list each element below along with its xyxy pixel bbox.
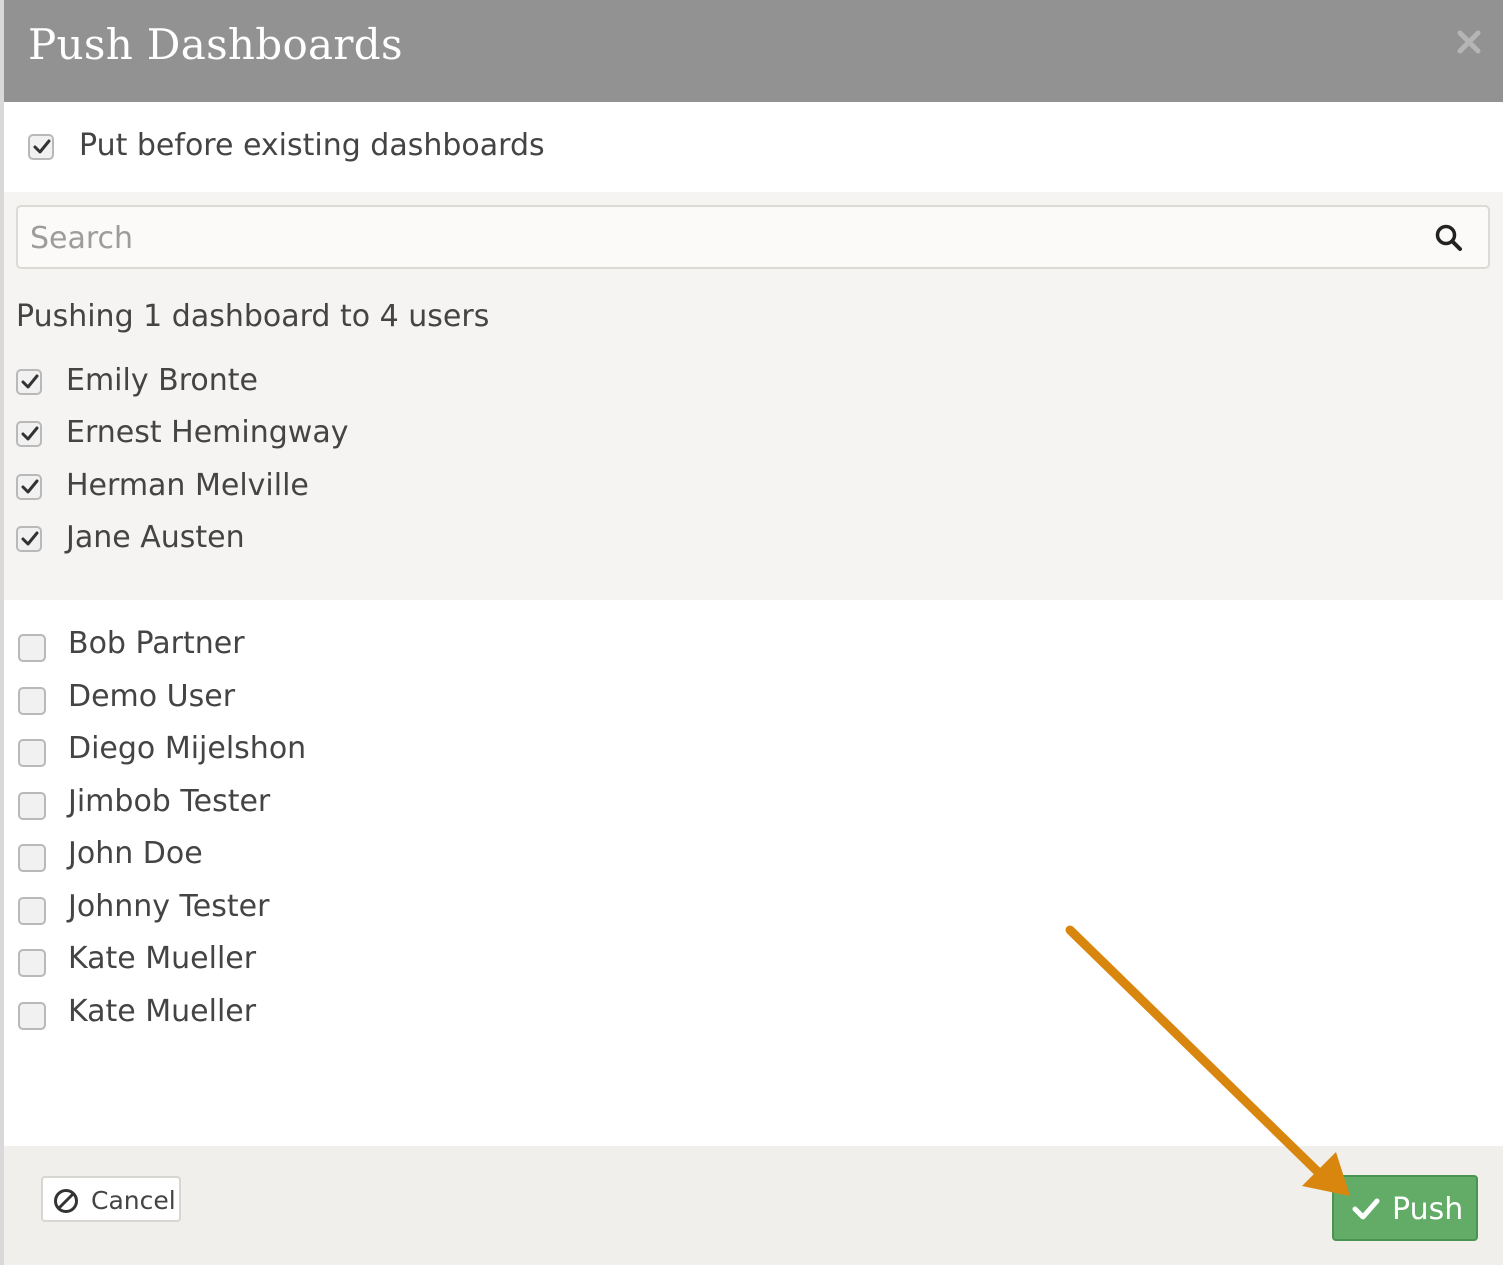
search-box[interactable] bbox=[16, 205, 1490, 269]
cancel-button[interactable]: Cancel bbox=[41, 1176, 181, 1222]
dialog-header: Push Dashboards bbox=[4, 0, 1503, 102]
put-before-checkbox[interactable] bbox=[28, 134, 54, 160]
user-row[interactable]: Diego Mijelshon bbox=[18, 731, 718, 771]
close-icon[interactable] bbox=[1455, 28, 1483, 56]
checkmark-icon bbox=[33, 139, 51, 154]
user-checkbox[interactable] bbox=[18, 1002, 46, 1030]
user-checkbox[interactable] bbox=[18, 687, 46, 715]
user-name: Demo User bbox=[68, 679, 236, 714]
user-row[interactable]: Jimbob Tester bbox=[18, 784, 718, 824]
checkmark-icon bbox=[21, 426, 39, 441]
checkmark-icon bbox=[21, 531, 39, 546]
user-name: Emily Bronte bbox=[66, 363, 258, 398]
check-icon bbox=[1352, 1198, 1380, 1220]
user-name: Ernest Hemingway bbox=[66, 415, 349, 450]
available-users-section: Bob Partner Demo User Diego Mijelshon Ji… bbox=[4, 600, 1503, 1146]
dialog-title: Push Dashboards bbox=[28, 20, 403, 69]
user-name: Diego Mijelshon bbox=[68, 731, 307, 766]
user-row[interactable]: Herman Melville bbox=[16, 468, 716, 508]
user-checkbox[interactable] bbox=[18, 739, 46, 767]
user-name: Johnny Tester bbox=[68, 889, 270, 924]
user-name: Herman Melville bbox=[66, 468, 309, 503]
user-checkbox[interactable] bbox=[16, 474, 42, 500]
user-name: Jane Austen bbox=[66, 520, 245, 555]
cancel-label: Cancel bbox=[91, 1186, 176, 1215]
user-row[interactable]: Bob Partner bbox=[18, 626, 718, 666]
selected-users-section: Pushing 1 dashboard to 4 users Emily Bro… bbox=[4, 192, 1503, 600]
user-row[interactable]: Jane Austen bbox=[16, 520, 716, 560]
user-checkbox[interactable] bbox=[18, 634, 46, 662]
user-checkbox[interactable] bbox=[16, 526, 42, 552]
ban-icon bbox=[54, 1189, 78, 1213]
search-icon[interactable] bbox=[1434, 223, 1464, 253]
user-checkbox[interactable] bbox=[18, 949, 46, 977]
push-label: Push bbox=[1392, 1192, 1464, 1227]
push-summary: Pushing 1 dashboard to 4 users bbox=[16, 299, 490, 334]
push-dashboards-dialog: Push Dashboards Put before existing dash… bbox=[4, 0, 1503, 1265]
user-name: Bob Partner bbox=[68, 626, 245, 661]
checkmark-icon bbox=[21, 479, 39, 494]
user-name: Kate Mueller bbox=[68, 994, 257, 1029]
user-name: John Doe bbox=[68, 836, 203, 871]
user-row[interactable]: Kate Mueller bbox=[18, 994, 718, 1034]
user-row[interactable]: Emily Bronte bbox=[16, 363, 716, 403]
user-row[interactable]: Ernest Hemingway bbox=[16, 415, 716, 455]
push-button[interactable]: Push bbox=[1332, 1175, 1478, 1241]
user-checkbox[interactable] bbox=[18, 844, 46, 872]
user-checkbox[interactable] bbox=[18, 792, 46, 820]
user-row[interactable]: John Doe bbox=[18, 836, 718, 876]
search-input[interactable] bbox=[28, 215, 1412, 261]
user-row[interactable]: Demo User bbox=[18, 679, 718, 719]
user-row[interactable]: Kate Mueller bbox=[18, 941, 718, 981]
user-row[interactable]: Johnny Tester bbox=[18, 889, 718, 929]
user-checkbox[interactable] bbox=[18, 897, 46, 925]
user-name: Jimbob Tester bbox=[68, 784, 271, 819]
put-before-label: Put before existing dashboards bbox=[79, 128, 545, 163]
put-before-option[interactable]: Put before existing dashboards bbox=[4, 102, 1503, 192]
user-checkbox[interactable] bbox=[16, 421, 42, 447]
checkmark-icon bbox=[21, 374, 39, 389]
user-checkbox[interactable] bbox=[16, 369, 42, 395]
dialog-footer: Cancel Push bbox=[4, 1146, 1503, 1265]
user-name: Kate Mueller bbox=[68, 941, 257, 976]
